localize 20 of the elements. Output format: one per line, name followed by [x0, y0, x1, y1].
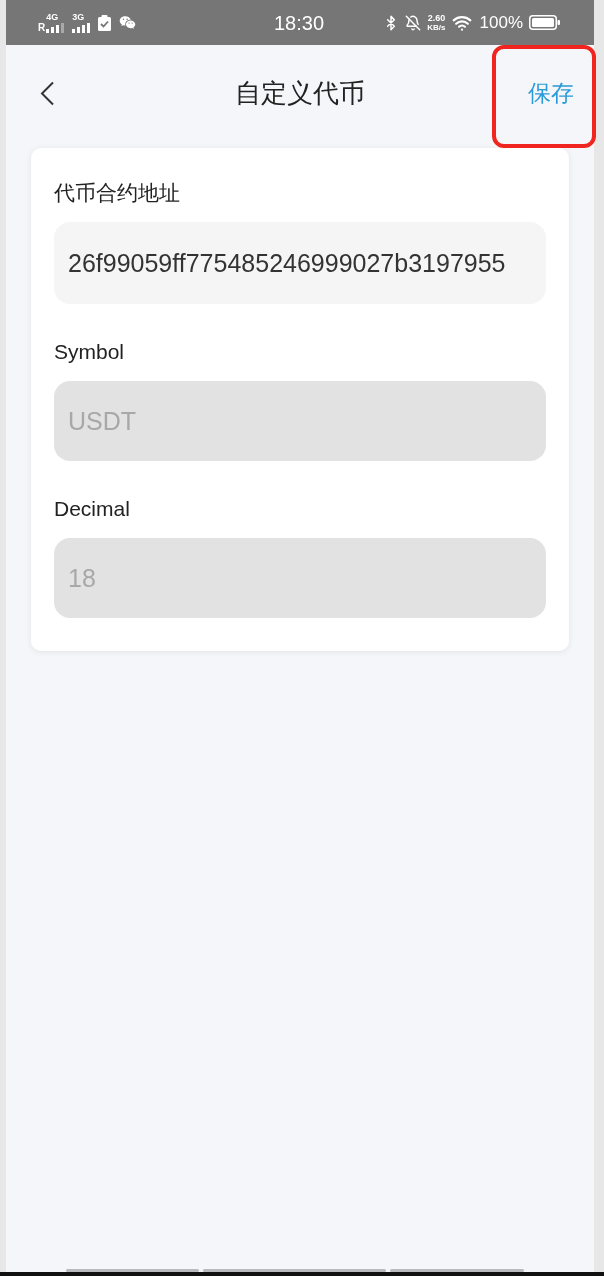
signal-bars-icon	[46, 22, 65, 33]
save-button[interactable]: 保存	[526, 78, 576, 108]
back-chevron-icon	[40, 80, 55, 106]
input-field[interactable]: 26f99059ff775485246999027b3197955	[54, 222, 546, 304]
chat-bubbles-icon	[119, 14, 137, 31]
network-type-label: 4G	[46, 12, 59, 22]
page-title: 自定义代币	[235, 77, 365, 109]
clipboard-check-icon	[98, 14, 112, 31]
field-label: Symbol	[54, 339, 126, 365]
status-time: 18:30	[273, 10, 325, 35]
battery-icon	[529, 15, 560, 30]
field-label: 代币合约地址	[54, 180, 181, 206]
network-type-label: 3G	[72, 12, 85, 22]
network-speed-unit: KB/s	[427, 23, 446, 32]
bell-off-icon	[405, 14, 422, 31]
field-label: Decimal	[54, 496, 131, 522]
network-speed-value: 2.60	[427, 13, 446, 23]
signal-bars-icon	[72, 22, 91, 33]
battery-percentage: 100%	[479, 12, 523, 33]
roaming-indicator: R	[38, 22, 46, 33]
